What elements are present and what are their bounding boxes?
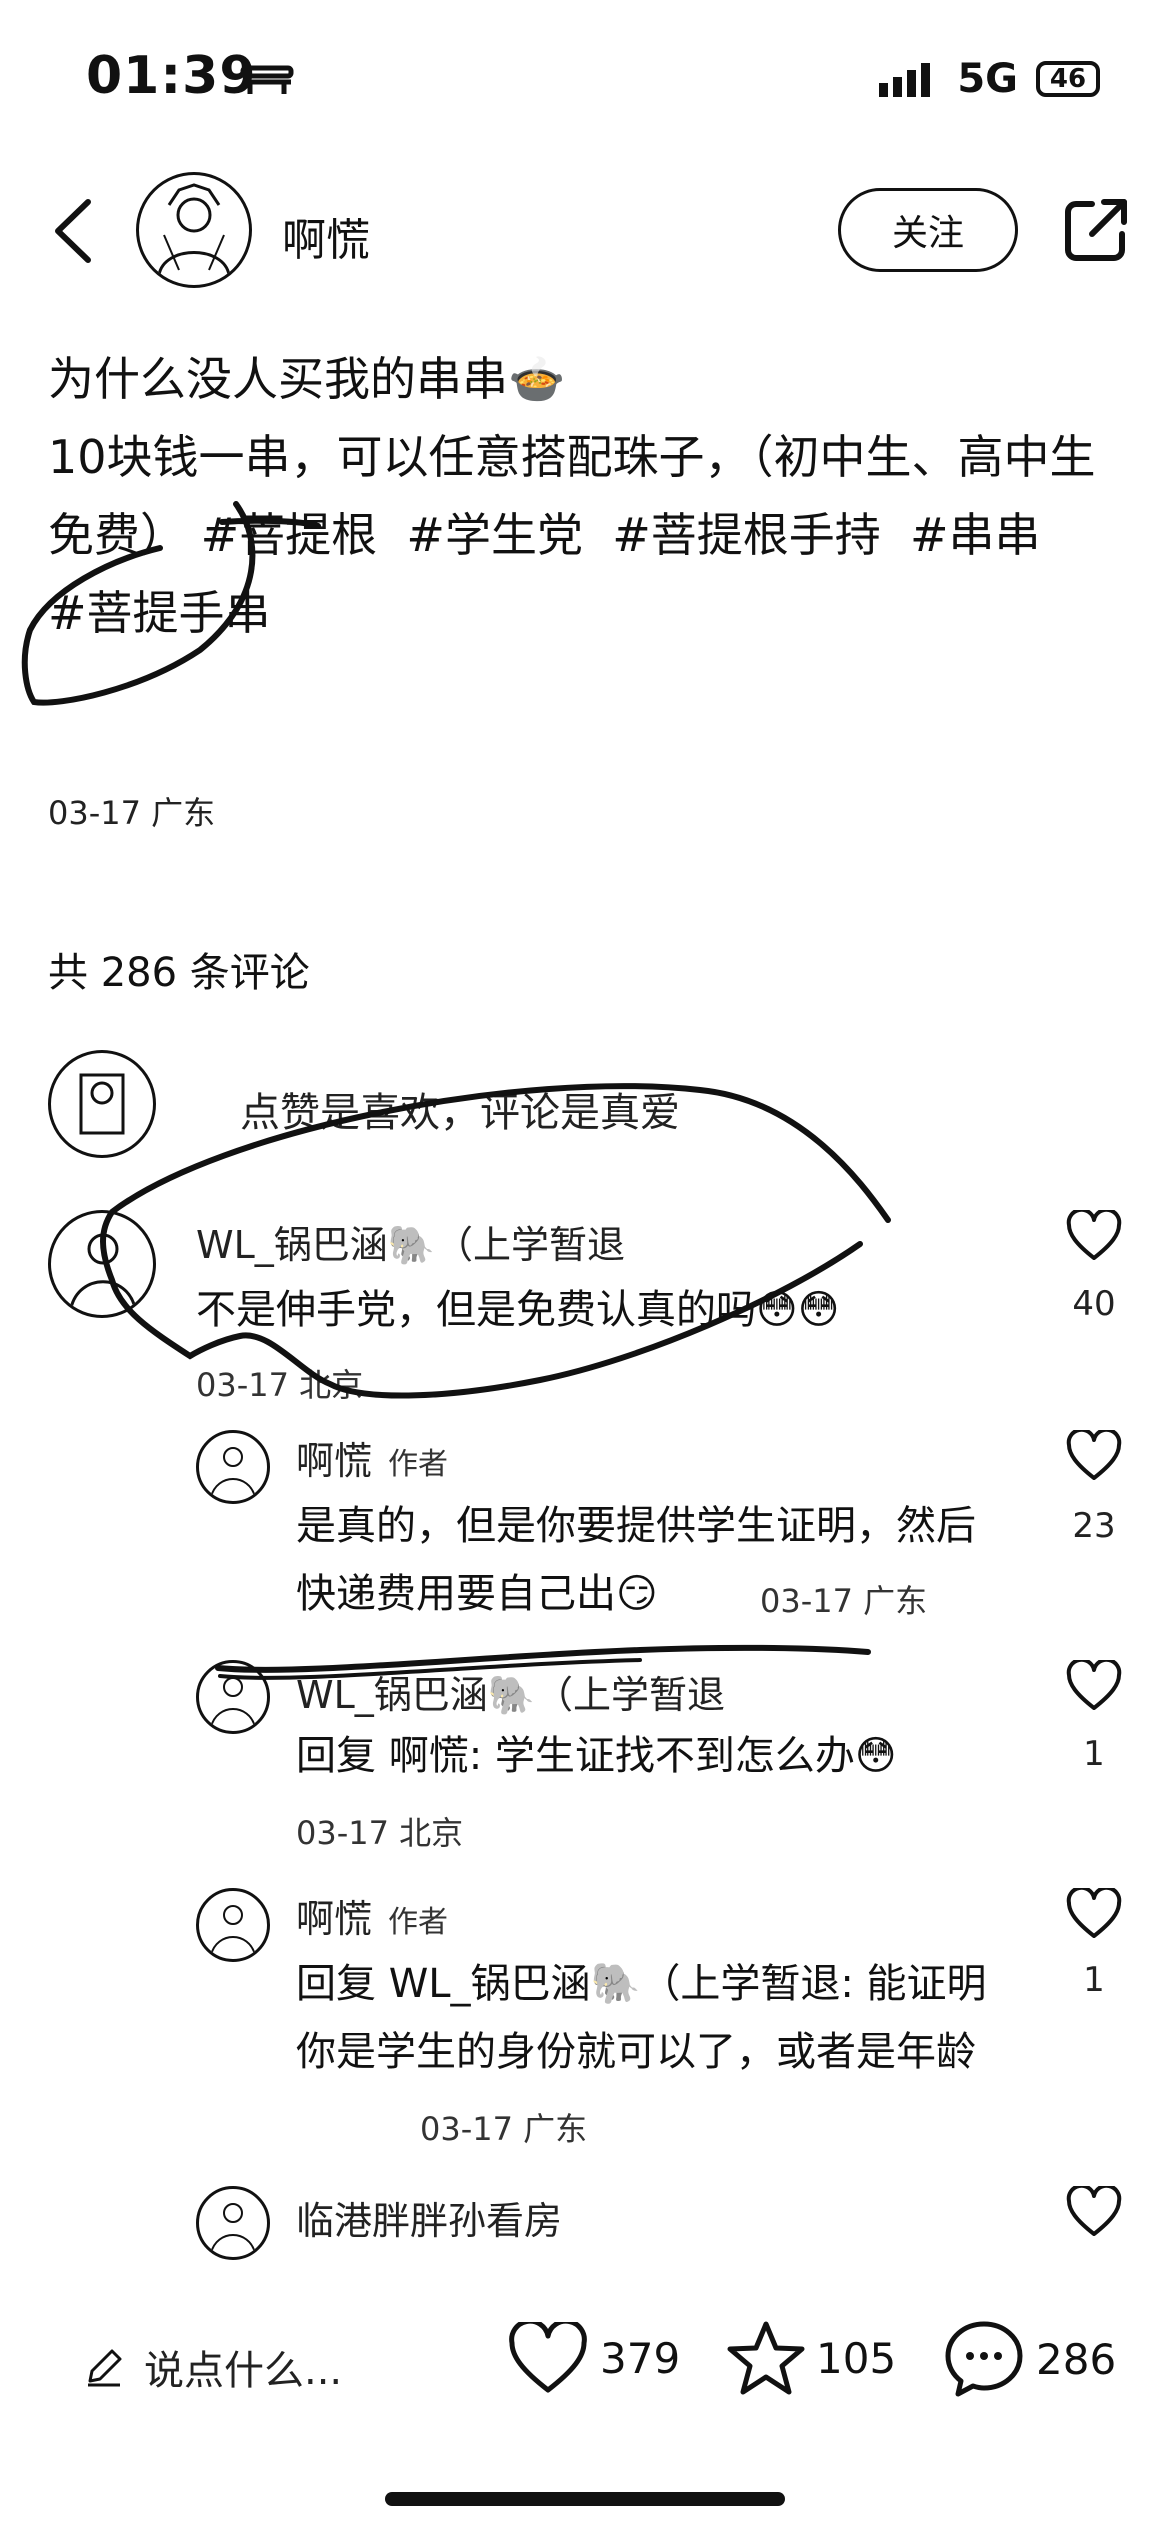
- reply-text: 回复 WL_锅巴涵🐘（上学暂退: 能证明你是学生的身份就可以了，或者是年龄: [296, 1961, 987, 2075]
- heart-icon: [1066, 1657, 1122, 1710]
- reply-meta: 03-17 北京: [296, 1814, 464, 1852]
- reply-like-button[interactable]: [1066, 1657, 1122, 1716]
- comment-bubble-icon: [945, 2321, 1023, 2397]
- heart-icon: [1066, 2183, 1122, 2236]
- status-right: 5G 46: [879, 56, 1100, 102]
- reply-avatar[interactable]: [196, 2186, 270, 2260]
- comment-input-button[interactable]: 说点什么...: [84, 2338, 342, 2396]
- reply-header: 啊慌 作者: [296, 1888, 448, 1943]
- star-icon: [727, 2321, 805, 2395]
- comment-count: 286: [1036, 2334, 1117, 2384]
- status-time: 01:39: [86, 46, 257, 106]
- viewer-avatar: [48, 1050, 156, 1158]
- share-button[interactable]: [1062, 196, 1130, 268]
- reply-author-name[interactable]: WL_锅巴涵🐘（上学暂退: [296, 1664, 725, 1719]
- comment-like-button[interactable]: [1066, 1207, 1122, 1266]
- network-label: 5G: [957, 56, 1018, 102]
- comment-hint[interactable]: 点赞是喜欢，评论是真爱: [240, 1080, 680, 1138]
- reply-avatar[interactable]: [196, 1430, 270, 1504]
- author-name[interactable]: 啊慌: [282, 204, 370, 268]
- favorite-count: 105: [816, 2333, 897, 2383]
- back-button[interactable]: [50, 196, 96, 270]
- reply-author-name[interactable]: 啊慌: [296, 1439, 372, 1483]
- status-link-icon: [240, 62, 294, 100]
- author-avatar[interactable]: [136, 172, 252, 288]
- author-tag: 作者: [388, 1905, 449, 1940]
- reply-like-count: 1: [1083, 1734, 1105, 1774]
- reply-meta: 03-17 广东: [760, 1582, 928, 1620]
- comment-text: 不是伸手党，但是免费认真的吗😳😳: [196, 1287, 840, 1333]
- reply-avatar[interactable]: [196, 1888, 270, 1962]
- follow-button[interactable]: 关注: [838, 188, 1018, 272]
- post-meta: 03-17 广东: [48, 794, 216, 832]
- comment-count-label: 共 286 条评论: [48, 950, 310, 996]
- battery-icon: 46: [1036, 61, 1100, 97]
- post-text: 为什么没人买我的串串🍲 10块钱一串，可以任意搭配珠子，（初中生、高中生 免费）…: [48, 352, 1096, 640]
- heart-icon: [1066, 1427, 1122, 1480]
- reply-header: 啊慌 作者: [296, 1430, 448, 1485]
- reply-like-count: 23: [1072, 1506, 1116, 1546]
- comment-input-placeholder: 说点什么...: [144, 2348, 343, 2394]
- heart-icon: [1066, 1885, 1122, 1938]
- favorite-button[interactable]: 105: [726, 2320, 896, 2396]
- heart-icon: [1066, 1207, 1122, 1260]
- comment-button[interactable]: 286: [944, 2320, 1116, 2398]
- home-indicator[interactable]: [385, 2492, 785, 2506]
- heart-icon: [509, 2322, 587, 2393]
- comment-author-name[interactable]: WL_锅巴涵🐘（上学暂退: [196, 1214, 625, 1269]
- reply-author-name[interactable]: 啊慌: [296, 1897, 372, 1941]
- commenter-avatar[interactable]: [48, 1210, 156, 1318]
- pencil-icon: [88, 2349, 122, 2387]
- reply-like-count: 1: [1083, 1960, 1105, 2000]
- reply-text: 回复 啊慌: 学生证找不到怎么办😳: [296, 1733, 897, 1779]
- reply-like-button[interactable]: [1066, 1885, 1122, 1944]
- comment-meta: 03-17 北京: [196, 1366, 364, 1404]
- battery-level: 46: [1049, 64, 1087, 94]
- bottom-action-bar: 说点什么... 379 105 286: [0, 2300, 1170, 2440]
- reply-like-button[interactable]: [1066, 1427, 1122, 1486]
- reply-like-button[interactable]: [1066, 2183, 1122, 2242]
- reply-meta: 03-17 广东: [420, 2110, 588, 2148]
- like-button[interactable]: 379: [508, 2322, 680, 2394]
- reply-avatar[interactable]: [196, 1660, 270, 1734]
- reply-author-name[interactable]: 临港胖胖孙看房: [296, 2190, 562, 2245]
- comment-like-count: 40: [1072, 1284, 1116, 1324]
- signal-icon: [879, 63, 931, 97]
- chevron-left-icon: [55, 199, 91, 263]
- share-icon: [1065, 199, 1127, 261]
- author-tag: 作者: [388, 1447, 449, 1482]
- like-count: 379: [600, 2333, 681, 2383]
